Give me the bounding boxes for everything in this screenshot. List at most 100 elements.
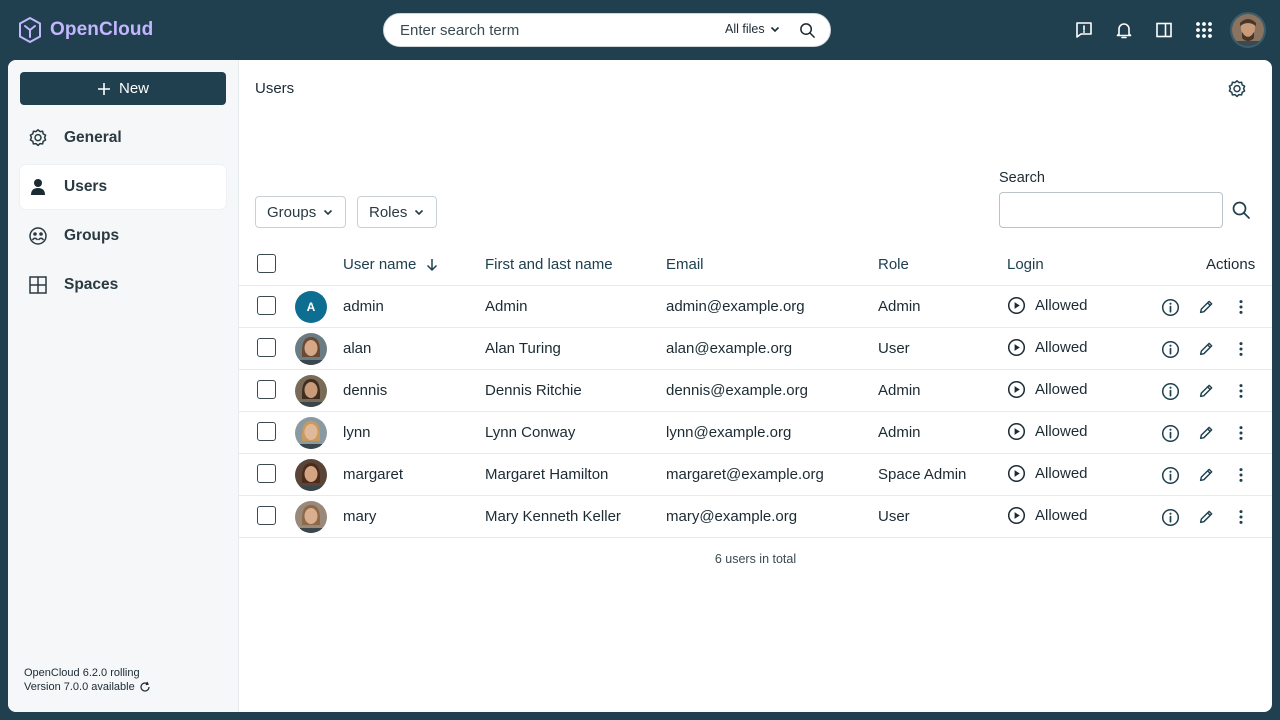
cell-login: Allowed xyxy=(1007,464,1088,483)
groups-filter-button[interactable]: Groups xyxy=(255,196,347,228)
sidebar-item-groups[interactable]: Groups xyxy=(20,214,226,258)
roles-filter-button[interactable]: Roles xyxy=(357,196,438,228)
global-search[interactable]: All files xyxy=(383,13,831,47)
row-checkbox[interactable] xyxy=(257,464,276,483)
chevron-down-icon xyxy=(415,209,424,216)
search-scope-select[interactable]: All files xyxy=(725,22,781,36)
column-role[interactable]: Role xyxy=(878,256,909,273)
play-circle-icon xyxy=(1007,338,1026,357)
play-circle-icon xyxy=(1007,296,1026,315)
select-all-checkbox[interactable] xyxy=(257,254,276,273)
sidebar-item-users[interactable]: Users xyxy=(20,165,226,209)
avatar: A xyxy=(295,291,327,323)
row-checkbox[interactable] xyxy=(257,380,276,399)
cell-username[interactable]: alan xyxy=(343,340,371,357)
sidebar-item-label: Groups xyxy=(64,227,120,244)
kebab-menu-icon xyxy=(1239,300,1243,314)
login-status: Allowed xyxy=(1035,339,1088,356)
sidebar-item-label: General xyxy=(64,129,122,146)
row-checkbox[interactable] xyxy=(257,338,276,357)
cell-login: Allowed xyxy=(1007,422,1088,441)
user-icon xyxy=(28,177,48,197)
search-icon[interactable] xyxy=(1231,200,1251,220)
avatar xyxy=(295,417,327,449)
user-details-button[interactable] xyxy=(1159,506,1181,528)
sidebar-item-spaces[interactable]: Spaces xyxy=(20,263,226,307)
edit-user-button[interactable] xyxy=(1195,380,1217,402)
kebab-menu-icon xyxy=(1239,384,1243,398)
column-email[interactable]: Email xyxy=(666,256,704,273)
cell-role: User xyxy=(878,508,910,525)
table-row[interactable]: margaret Margaret Hamilton margaret@exam… xyxy=(239,454,1272,496)
global-search-input[interactable] xyxy=(384,21,704,39)
more-actions-button[interactable] xyxy=(1230,296,1252,318)
table-row[interactable]: mary Mary Kenneth Keller mary@example.or… xyxy=(239,496,1272,538)
row-checkbox[interactable] xyxy=(257,422,276,441)
cell-username[interactable]: lynn xyxy=(343,424,371,441)
table-row[interactable]: dennis Dennis Ritchie dennis@example.org… xyxy=(239,370,1272,412)
user-menu-avatar[interactable] xyxy=(1230,12,1266,48)
login-status: Allowed xyxy=(1035,465,1088,482)
login-status: Allowed xyxy=(1035,297,1088,314)
table-row[interactable]: alan Alan Turing alan@example.org User A… xyxy=(239,328,1272,370)
edit-user-button[interactable] xyxy=(1195,296,1217,318)
more-actions-button[interactable] xyxy=(1230,464,1252,486)
more-actions-button[interactable] xyxy=(1230,422,1252,444)
kebab-menu-icon xyxy=(1239,468,1243,482)
avatar xyxy=(295,333,327,365)
new-button[interactable]: New xyxy=(20,72,226,105)
search-icon[interactable] xyxy=(799,22,816,39)
cell-username[interactable]: margaret xyxy=(343,466,403,483)
sidebar-toggle-button[interactable] xyxy=(1144,11,1184,49)
cell-username[interactable]: dennis xyxy=(343,382,387,399)
sidebar-item-general[interactable]: General xyxy=(20,116,226,160)
user-search-input[interactable] xyxy=(1000,193,1222,227)
edit-user-button[interactable] xyxy=(1195,422,1217,444)
cell-login: Allowed xyxy=(1007,296,1088,315)
edit-user-button[interactable] xyxy=(1195,464,1217,486)
app-logo[interactable]: OpenCloud xyxy=(18,15,153,45)
app-switcher-button[interactable] xyxy=(1184,11,1224,49)
user-details-button[interactable] xyxy=(1159,338,1181,360)
more-actions-button[interactable] xyxy=(1230,506,1252,528)
cell-role: Space Admin xyxy=(878,466,967,483)
user-details-button[interactable] xyxy=(1159,464,1181,486)
cell-username[interactable]: admin xyxy=(343,298,384,315)
row-checkbox[interactable] xyxy=(257,506,276,525)
chevron-down-icon xyxy=(770,26,779,33)
kebab-menu-icon xyxy=(1239,510,1243,524)
groups-icon xyxy=(28,226,48,246)
cell-email: alan@example.org xyxy=(666,340,793,357)
pencil-icon xyxy=(1199,342,1213,356)
feedback-button[interactable] xyxy=(1064,11,1104,49)
user-details-button[interactable] xyxy=(1159,380,1181,402)
edit-user-button[interactable] xyxy=(1195,506,1217,528)
edit-user-button[interactable] xyxy=(1195,338,1217,360)
user-search-field[interactable] xyxy=(999,192,1223,228)
more-actions-button[interactable] xyxy=(1230,380,1252,402)
user-details-button[interactable] xyxy=(1159,296,1181,318)
bell-icon xyxy=(1116,23,1132,39)
cell-username[interactable]: mary xyxy=(343,508,376,525)
cell-role: Admin xyxy=(878,298,921,315)
row-checkbox[interactable] xyxy=(257,296,276,315)
notifications-button[interactable] xyxy=(1104,11,1144,49)
gear-icon xyxy=(28,128,48,148)
sidebar: New General Users Groups Spaces OpenClou… xyxy=(8,60,239,712)
refresh-icon[interactable] xyxy=(139,681,151,693)
column-full-name[interactable]: First and last name xyxy=(485,256,613,273)
table-row[interactable]: A admin Admin admin@example.org Admin Al… xyxy=(239,286,1272,328)
breadcrumb-title: Users xyxy=(255,80,295,97)
column-login[interactable]: Login xyxy=(1007,256,1044,273)
sort-arrow-down-icon xyxy=(427,258,438,271)
version-info: OpenCloud 6.2.0 rolling Version 7.0.0 av… xyxy=(24,666,151,694)
user-details-button[interactable] xyxy=(1159,422,1181,444)
info-icon xyxy=(1161,298,1179,316)
settings-gear-icon[interactable] xyxy=(1227,79,1247,99)
more-actions-button[interactable] xyxy=(1230,338,1252,360)
cell-login: Allowed xyxy=(1007,506,1088,525)
cell-login: Allowed xyxy=(1007,338,1088,357)
table-row[interactable]: lynn Lynn Conway lynn@example.org Admin … xyxy=(239,412,1272,454)
column-user-name[interactable]: User name xyxy=(343,256,438,273)
cell-email: margaret@example.org xyxy=(666,466,824,483)
